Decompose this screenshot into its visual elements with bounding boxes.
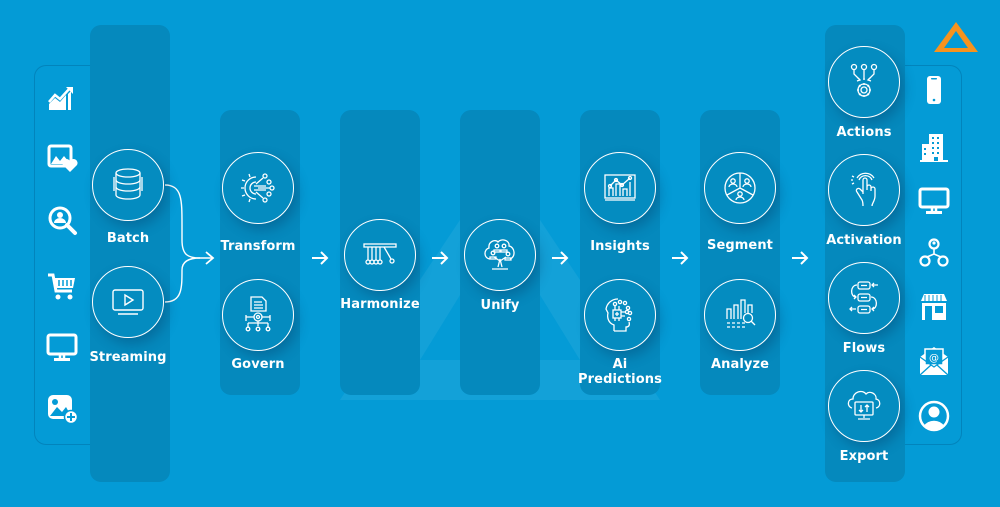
touch-hand-icon — [851, 172, 876, 207]
desktop-icon — [918, 187, 950, 214]
user-profile-icon — [918, 400, 950, 432]
shopping-cart-icon — [48, 273, 75, 300]
gear-inputs-icon — [850, 63, 878, 97]
node-label-unify: Unify — [480, 298, 520, 313]
data-pipeline-diagram: @ Batch Streaming Transform Govern Harmo… — [0, 0, 1000, 507]
node-insights[interactable] — [584, 152, 656, 224]
gear-network-icon — [241, 173, 275, 203]
flow-arrow — [432, 251, 449, 265]
node-activation[interactable] — [828, 154, 900, 226]
node-label-analyze: Analyze — [710, 357, 770, 372]
image-heart-icon — [47, 144, 78, 172]
newtons-cradle-icon — [363, 243, 397, 265]
node-label-ai-predictions: Ai Predictions — [578, 357, 662, 387]
node-analyze[interactable] — [704, 279, 776, 351]
node-label-govern: Govern — [231, 357, 285, 372]
growth-chart-icon — [48, 87, 73, 110]
node-label-segment: Segment — [706, 238, 774, 253]
node-label-harmonize: Harmonize — [340, 297, 420, 312]
video-play-icon — [112, 289, 144, 315]
node-label-transform: Transform — [220, 239, 296, 254]
node-harmonize[interactable] — [344, 219, 416, 291]
analytics-chart-icon — [604, 174, 636, 201]
node-flows[interactable] — [828, 262, 900, 334]
node-label-batch: Batch — [106, 231, 150, 246]
node-label-actions: Actions — [836, 125, 892, 140]
node-govern[interactable] — [222, 279, 294, 351]
node-streaming[interactable] — [92, 266, 164, 338]
node-ai-predictions[interactable] — [584, 279, 656, 351]
node-transform[interactable] — [222, 152, 294, 224]
node-batch[interactable] — [92, 149, 164, 221]
flow-cycle-icon — [849, 281, 878, 314]
node-label-insights: Insights — [590, 239, 650, 254]
people-tree-icon — [484, 239, 515, 270]
node-unify[interactable] — [464, 219, 536, 291]
mobile-phone-icon — [927, 76, 941, 104]
database-icon — [113, 168, 143, 200]
triangle-logo-icon — [934, 22, 978, 52]
node-label-activation: Activation — [826, 233, 902, 248]
store-icon — [921, 294, 947, 320]
svg-text:@: @ — [929, 353, 939, 364]
node-label-streaming: Streaming — [89, 350, 167, 365]
audience-segment-icon — [724, 172, 756, 204]
document-gear-icon — [245, 296, 271, 332]
node-label-export: Export — [839, 449, 889, 464]
image-add-icon — [48, 395, 78, 424]
bar-search-icon — [726, 299, 756, 328]
node-actions[interactable] — [828, 46, 900, 118]
node-label-flows: Flows — [842, 341, 886, 356]
node-segment[interactable] — [704, 152, 776, 224]
node-export[interactable] — [828, 370, 900, 442]
stage-column-ingest — [90, 25, 170, 482]
ai-head-icon — [605, 298, 633, 332]
cloud-export-icon — [847, 390, 881, 420]
